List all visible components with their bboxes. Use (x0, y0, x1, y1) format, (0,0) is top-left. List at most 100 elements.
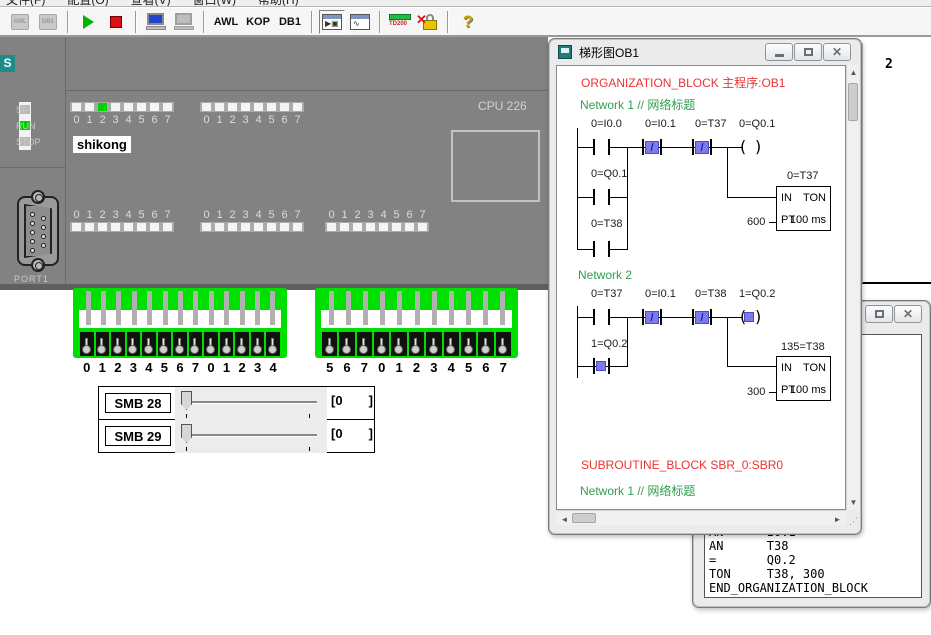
io-led (254, 103, 263, 111)
menu-item[interactable]: 帮助(H) (258, 0, 299, 7)
input-toggle-switch[interactable] (357, 332, 372, 356)
terminal-pin (363, 291, 368, 325)
awl-view-button[interactable]: AWL (211, 10, 241, 34)
input-toggle-switch[interactable] (444, 332, 459, 356)
smb29-row: SMB 29 [0 ] (99, 420, 374, 453)
menu-item[interactable]: 窗口(W) (193, 0, 236, 7)
scroll-left-arrow[interactable]: ◄ (558, 515, 571, 524)
kop-view-button[interactable]: KOP (243, 10, 273, 34)
input-toggle-switch[interactable] (478, 332, 493, 356)
horizontal-scroll-thumb[interactable] (572, 513, 596, 523)
run-button[interactable] (75, 10, 101, 34)
input-toggle-switch[interactable] (96, 332, 110, 356)
input-toggle-switch[interactable] (339, 332, 354, 356)
io-led (327, 223, 336, 231)
led-number: 1 (83, 114, 96, 126)
input-toggle-switch[interactable] (391, 332, 406, 356)
input-toggle-switch[interactable] (461, 332, 476, 356)
terminal-pin (397, 291, 402, 325)
input-toggle-switch[interactable] (127, 332, 141, 356)
io-led (85, 223, 94, 231)
vertical-scroll-thumb[interactable] (848, 83, 858, 121)
input-toggle-switch[interactable] (374, 332, 389, 356)
connect-plc-button[interactable] (143, 10, 169, 34)
chart-window-icon: ∿ (350, 14, 370, 30)
io-led (241, 103, 250, 111)
contact-label: 0=T37 (695, 118, 727, 130)
menu-item[interactable]: 文件(F) (6, 0, 45, 7)
terminal-pin (224, 291, 229, 325)
led-number: 5 (135, 114, 148, 126)
cascade-windows-icon: ▶▣ (322, 14, 342, 30)
input-toggle-switch[interactable] (496, 332, 511, 356)
switch-number: 0 (79, 360, 95, 376)
scroll-up-arrow[interactable]: ▲ (847, 68, 860, 77)
stop-button[interactable] (103, 10, 129, 34)
input-toggle-switch[interactable] (158, 332, 172, 356)
led-number: 0 (200, 209, 213, 221)
unlock-button[interactable]: ✕ (415, 10, 441, 34)
disconnect-plc-button[interactable] (171, 10, 197, 34)
subroutine-header: SUBROUTINE_BLOCK SBR_0:SBR0 (581, 458, 783, 472)
menu-item[interactable]: 查看(V) (131, 0, 171, 7)
td200-button[interactable]: TD200 (387, 10, 413, 34)
input-toggle-switch[interactable] (266, 332, 280, 356)
scroll-down-arrow[interactable]: ▼ (847, 498, 860, 507)
input-toggle-switch[interactable] (173, 332, 187, 356)
ladder-diagram-area[interactable]: ORGANIZATION_BLOCK 主程序:OB1 Network 1 // … (556, 65, 846, 510)
switch-number: 1 (390, 360, 407, 376)
side-panel-value: 2 (885, 57, 893, 72)
timer-label: 135=T38 (781, 341, 825, 353)
awl-line: = Q0.2 (709, 553, 904, 567)
io-led (418, 223, 427, 231)
open-awl-button[interactable]: AWL (7, 10, 33, 34)
smb29-slider[interactable] (175, 420, 327, 453)
help-button[interactable]: ? (455, 10, 481, 34)
contact-label: 0=I0.1 (645, 118, 676, 130)
switch-numbers-left: 0123456701234 (79, 360, 281, 376)
awl-line: END_ORGANIZATION_BLOCK (709, 581, 904, 595)
input-toggle-switch[interactable] (142, 332, 156, 356)
cascade-windows-button[interactable]: ▶▣ (319, 10, 345, 34)
input-toggle-switch[interactable] (426, 332, 441, 356)
restore-button[interactable] (794, 43, 822, 61)
input-toggle-switch[interactable] (220, 332, 234, 356)
chart-window-button[interactable]: ∿ (347, 10, 373, 34)
input-toggle-switch[interactable] (322, 332, 337, 356)
terminal-pin (500, 291, 505, 325)
close-button[interactable]: ✕ (823, 43, 851, 61)
contact-label: 0=T38 (591, 218, 623, 230)
resize-grip[interactable]: ⋰ (849, 516, 858, 527)
ladder-window-titlebar[interactable]: 梯形图OB1 ✕ (549, 39, 861, 65)
input-toggle-switch[interactable] (80, 332, 94, 356)
restore-button[interactable] (865, 305, 893, 323)
terminal-pin (132, 291, 137, 325)
led-number: 7 (416, 209, 429, 221)
menu-item[interactable]: 配置(O) (67, 0, 108, 7)
plc-simulator-panel: S SF RUN STOP PORT1 01234567 01234567 01… (0, 37, 548, 290)
open-db1-button[interactable]: DB1 (35, 10, 61, 34)
db1-view-button[interactable]: DB1 (275, 10, 305, 34)
slider-thumb[interactable] (181, 391, 192, 410)
scroll-right-arrow[interactable]: ► (831, 515, 844, 524)
smb28-slider[interactable] (175, 387, 327, 420)
input-toggle-switch[interactable] (189, 332, 203, 356)
vertical-scrollbar[interactable]: ▲ ▼ (846, 65, 859, 510)
input-toggle-switch[interactable] (251, 332, 265, 356)
close-button[interactable]: ✕ (894, 305, 922, 323)
pt-value: 300 (747, 386, 765, 398)
monitor-off-icon (174, 13, 194, 31)
input-toggle-switch[interactable] (235, 332, 249, 356)
input-toggle-switch[interactable] (204, 332, 218, 356)
horizontal-scrollbar[interactable]: ◄ ► (556, 510, 846, 525)
io-led (137, 103, 146, 111)
ladder-window-icon (558, 45, 572, 59)
io-led (163, 223, 172, 231)
minimize-button[interactable] (765, 43, 793, 61)
output-led-bank-1 (70, 222, 174, 232)
input-toggle-switch[interactable] (409, 332, 424, 356)
awl-file-icon: AWL (11, 14, 29, 30)
toolbar-separator (311, 11, 313, 33)
slider-thumb[interactable] (181, 424, 192, 443)
input-toggle-switch[interactable] (111, 332, 125, 356)
